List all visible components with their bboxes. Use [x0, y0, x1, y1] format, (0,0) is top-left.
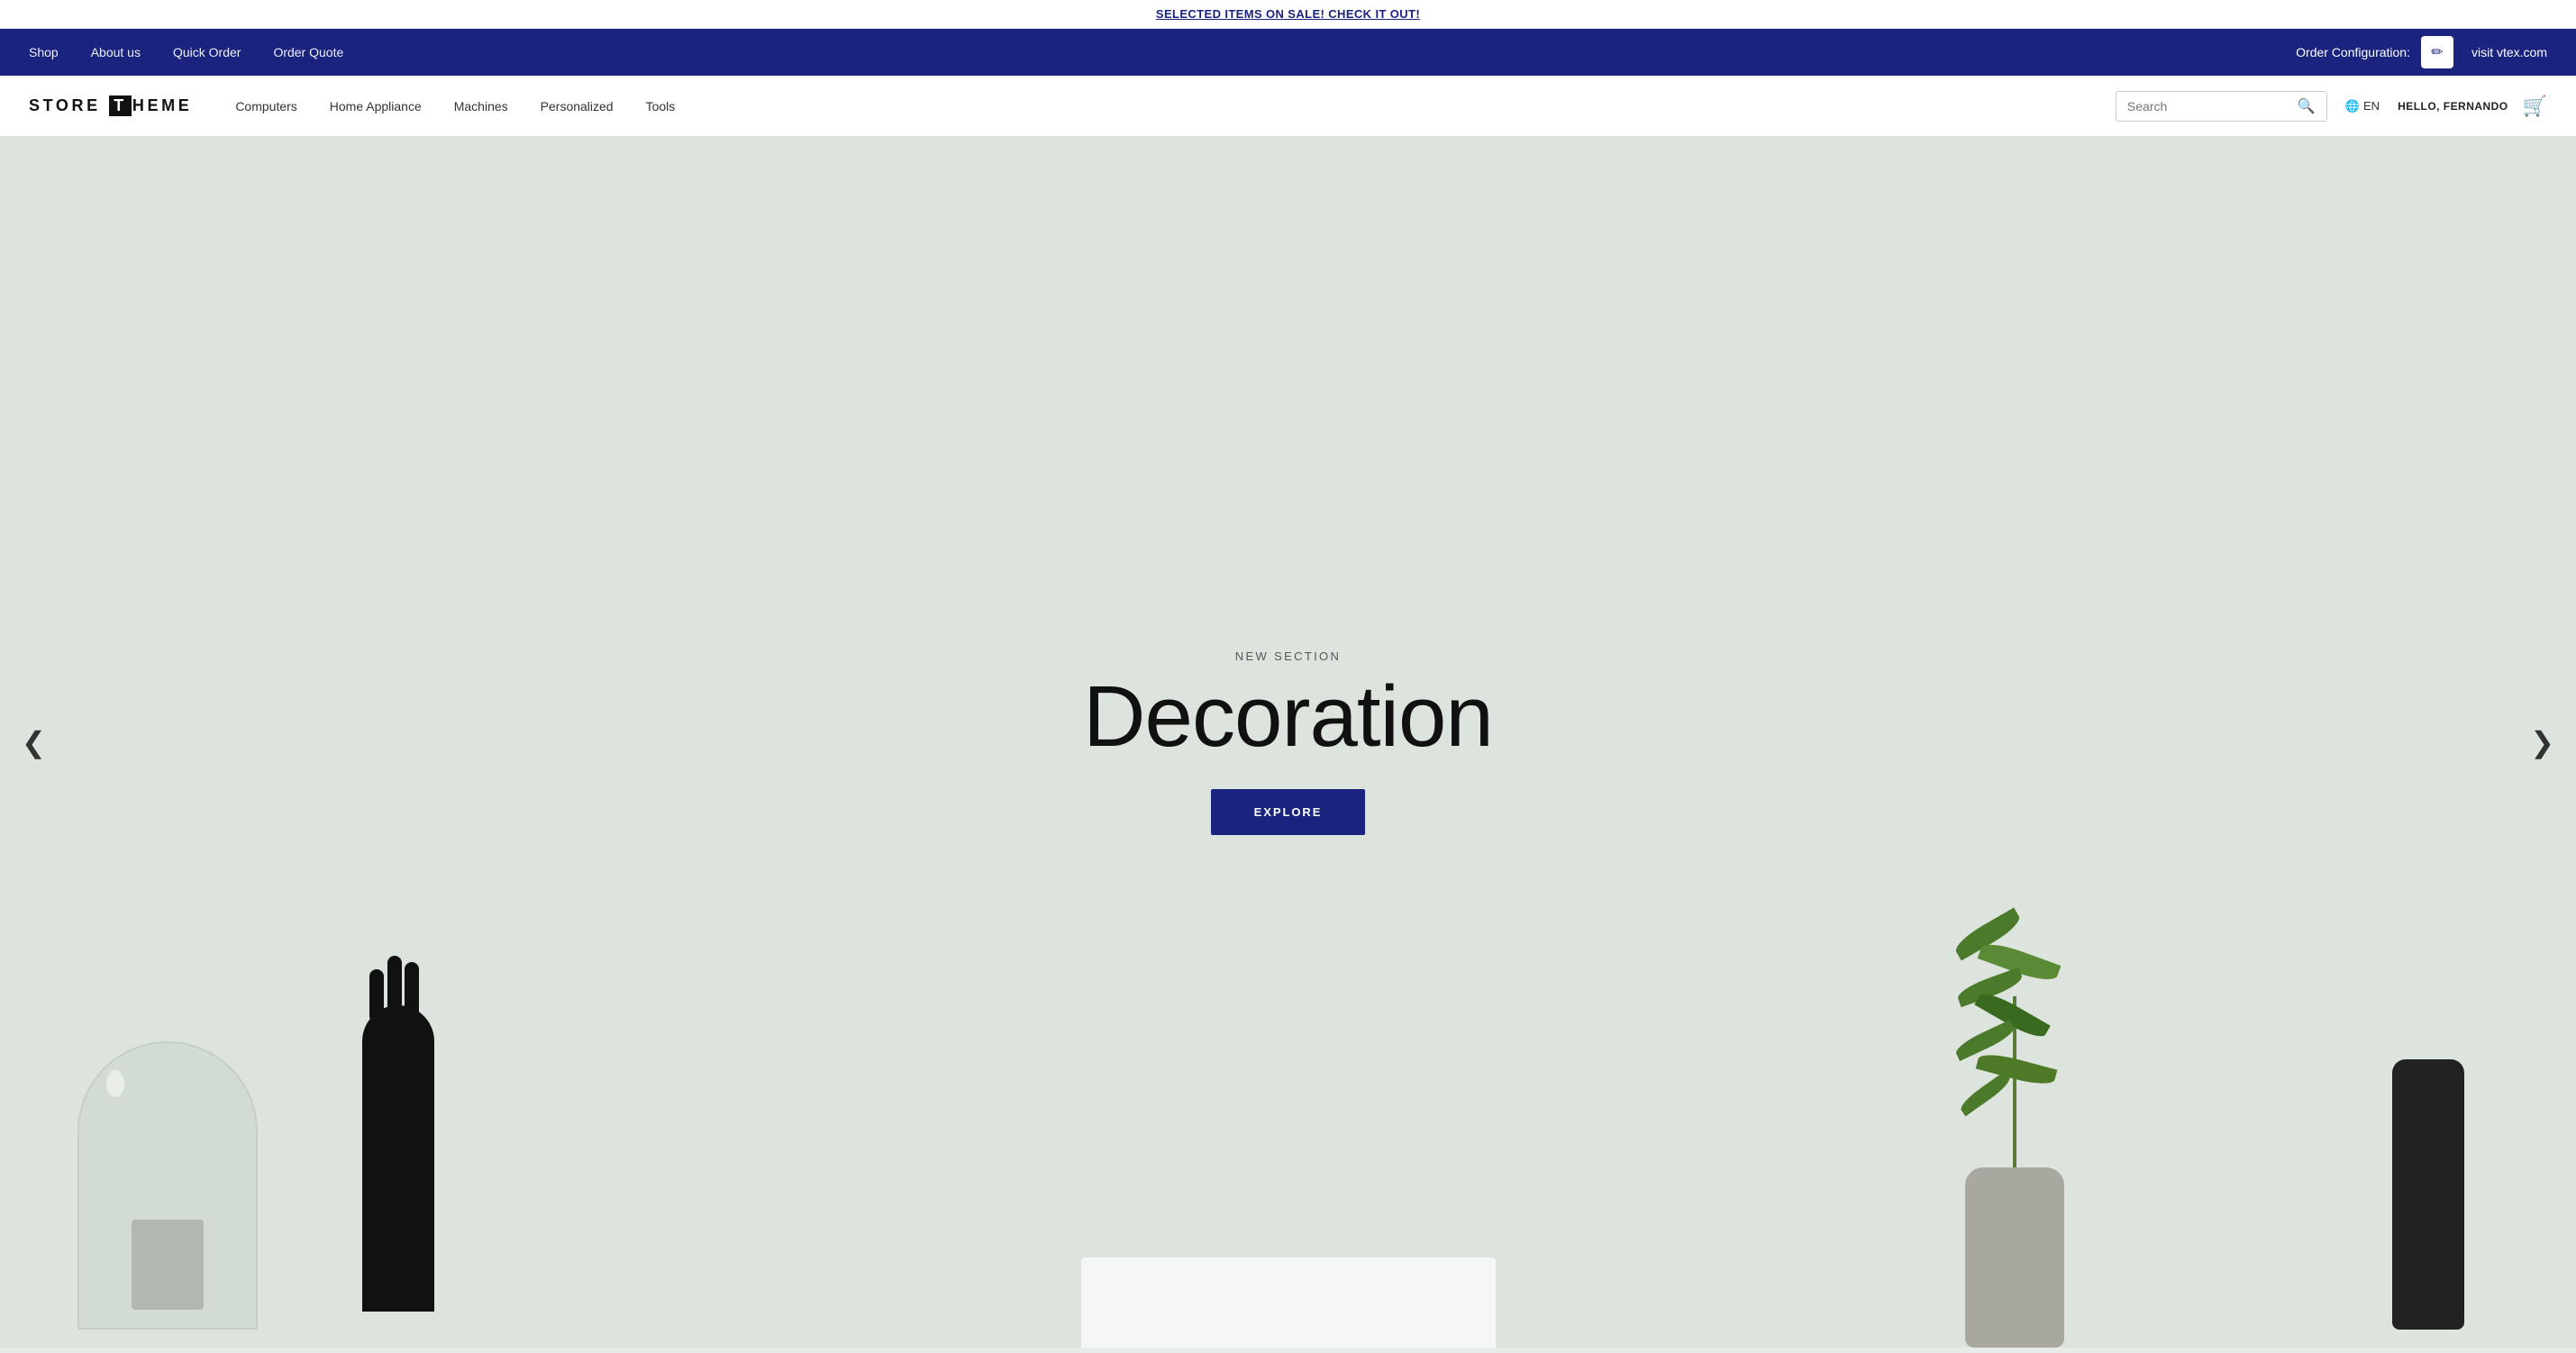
nav-computers[interactable]: Computers: [235, 99, 296, 114]
announcement-bar: SELECTED ITEMS ON SALE! CHECK IT OUT!: [0, 0, 2576, 29]
top-nav-links: Shop About us Quick Order Order Quote: [29, 45, 343, 59]
pencil-icon: ✏: [2431, 43, 2443, 61]
order-config-label: Order Configuration:: [2296, 45, 2410, 59]
explore-button[interactable]: EXPLORE: [1211, 789, 1366, 835]
top-nav: Shop About us Quick Order Order Quote Or…: [0, 29, 2576, 76]
dark-vase-decoration: [2383, 1059, 2473, 1348]
nav-tools[interactable]: Tools: [646, 99, 676, 114]
pencil-button[interactable]: ✏: [2421, 36, 2453, 68]
hero-section: ❮ NEW SECTION Decoration EXPLORE ❯: [0, 137, 2576, 1348]
dome-decoration: [77, 1041, 276, 1348]
plant-decoration: [1943, 897, 2087, 1348]
nav-personalized[interactable]: Personalized: [541, 99, 614, 114]
visit-vtex-link[interactable]: visit vtex.com: [2471, 45, 2547, 59]
user-greeting: HELLO, FERNANDO: [2398, 100, 2508, 113]
main-nav: STORE THEME Computers Home Appliance Mac…: [0, 76, 2576, 137]
search-input[interactable]: [2127, 99, 2290, 114]
top-nav-right: Order Configuration: ✏ visit vtex.com: [2296, 36, 2547, 68]
nav-about[interactable]: About us: [91, 45, 141, 59]
search-icon: 🔍: [2298, 99, 2316, 114]
carousel-prev-button[interactable]: ❮: [11, 714, 57, 770]
language-label: EN: [2363, 99, 2380, 113]
globe-icon: 🌐: [2345, 99, 2360, 114]
box-decoration: [1081, 1258, 1496, 1348]
carousel-next-button[interactable]: ❯: [2519, 714, 2565, 770]
nav-quick-order[interactable]: Quick Order: [173, 45, 241, 59]
hand-decoration: [335, 1005, 461, 1348]
nav-shop[interactable]: Shop: [29, 45, 59, 59]
nav-home-appliance[interactable]: Home Appliance: [330, 99, 422, 114]
cart-button[interactable]: 🛒: [2523, 95, 2547, 118]
language-selector[interactable]: 🌐 EN: [2345, 99, 2380, 114]
hero-subtitle: NEW SECTION: [1083, 649, 1493, 663]
site-logo[interactable]: STORE THEME: [29, 95, 192, 116]
announcement-link[interactable]: SELECTED ITEMS ON SALE! CHECK IT OUT!: [1156, 7, 1420, 21]
nav-order-quote[interactable]: Order Quote: [273, 45, 343, 59]
hero-title: Decoration: [1083, 674, 1493, 760]
chevron-left-icon: ❮: [22, 726, 46, 758]
search-wrapper: 🔍: [2116, 91, 2327, 122]
search-button[interactable]: 🔍: [2298, 97, 2316, 115]
main-nav-links: Computers Home Appliance Machines Person…: [235, 99, 2094, 114]
hero-content: NEW SECTION Decoration EXPLORE: [1083, 649, 1493, 835]
chevron-right-icon: ❯: [2530, 726, 2554, 758]
cart-icon: 🛒: [2523, 95, 2547, 117]
nav-machines[interactable]: Machines: [454, 99, 508, 114]
